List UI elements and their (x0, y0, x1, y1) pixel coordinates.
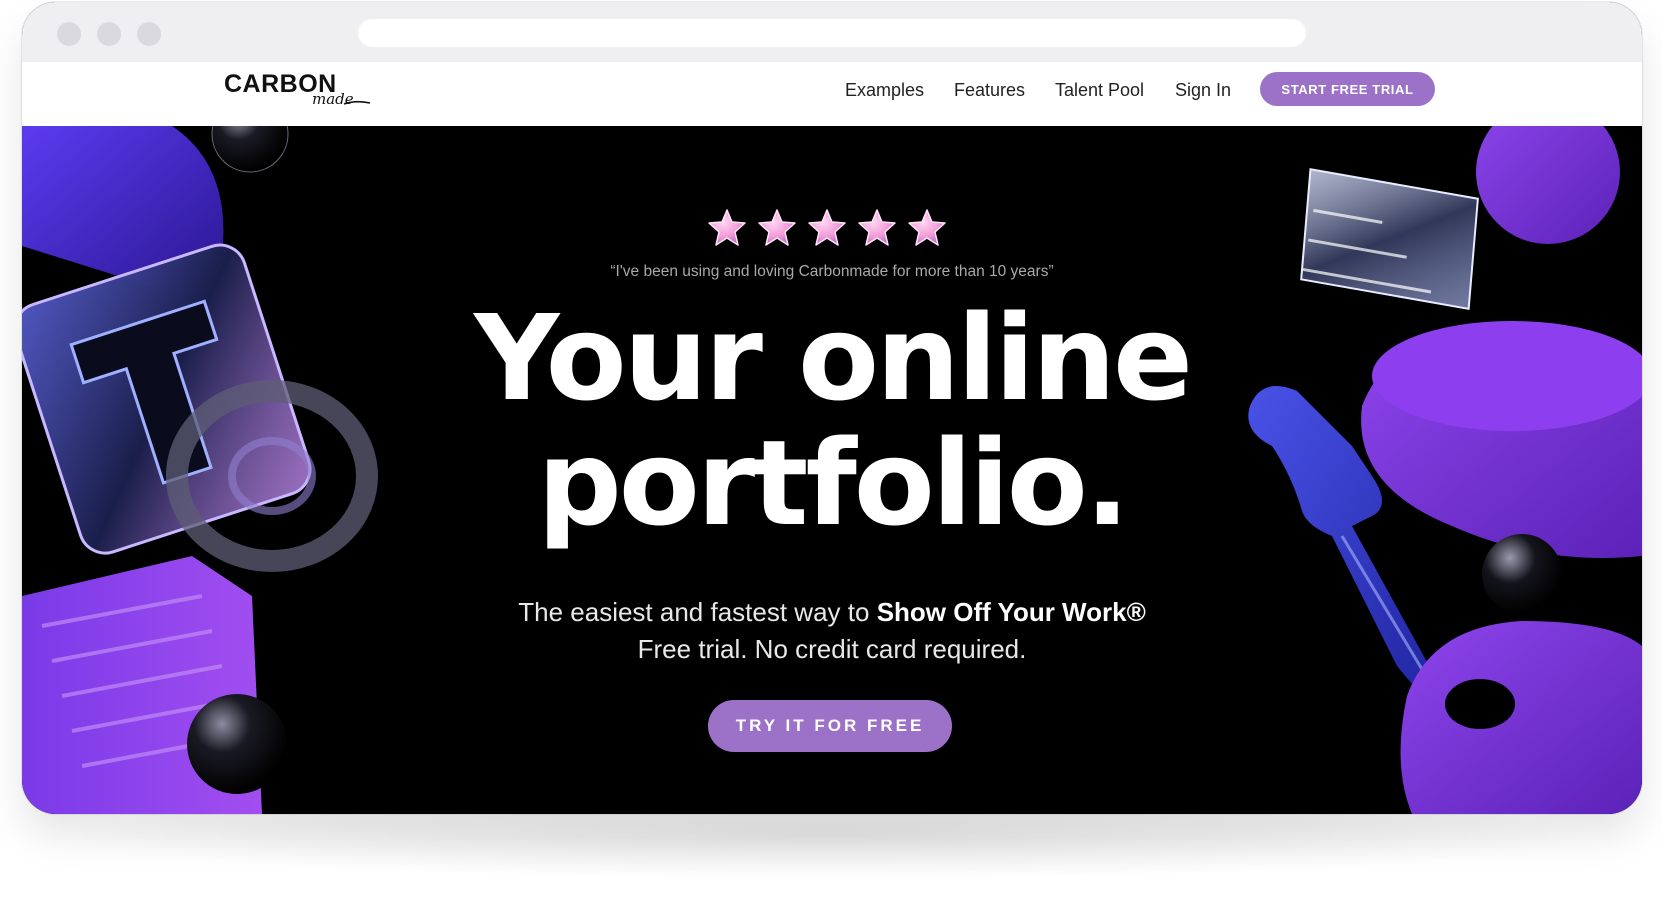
star-icon (858, 209, 896, 246)
hero-headline-line-1: Your online (474, 289, 1193, 427)
window-maximize-dot[interactable] (137, 22, 161, 46)
hero-section: “I've been using and loving Carbonmade f… (22, 126, 1642, 814)
testimonial-quote: “I've been using and loving Carbonmade f… (610, 263, 1054, 280)
star-icon (808, 209, 846, 246)
carbonmade-logo[interactable]: CARBON made (224, 70, 384, 114)
star-icon (708, 209, 746, 246)
try-it-for-free-button[interactable]: TRY IT FOR FREE (708, 700, 952, 752)
browser-window: CARBON made Examples Features Talent Poo… (22, 2, 1642, 814)
hero-subheadline: The easiest and fastest way to Show Off … (22, 594, 1642, 668)
window-minimize-dot[interactable] (97, 22, 121, 46)
tagline-emphasis: Show Off Your Work® (876, 597, 1146, 627)
logo-swash-icon (343, 100, 371, 105)
hero-headline: Your online portfolio. (22, 296, 1642, 546)
tagline-prefix: The easiest and fastest way to (518, 597, 870, 627)
start-free-trial-button[interactable]: START FREE TRIAL (1260, 72, 1435, 106)
free-trial-note: Free trial. No credit card required. (637, 634, 1027, 664)
nav-link-features[interactable]: Features (954, 80, 1025, 101)
site-header: CARBON made Examples Features Talent Poo… (22, 62, 1642, 126)
address-bar[interactable] (358, 19, 1306, 47)
five-star-rating (707, 208, 957, 254)
nav-link-examples[interactable]: Examples (845, 80, 924, 101)
hero-headline-line-2: portfolio. (537, 414, 1129, 552)
browser-chrome (22, 2, 1642, 62)
nav-link-talent-pool[interactable]: Talent Pool (1055, 80, 1144, 101)
nav-link-sign-in[interactable]: Sign In (1175, 80, 1231, 101)
hero-tagline: The easiest and fastest way to Show Off … (22, 594, 1642, 631)
window-close-dot[interactable] (57, 22, 81, 46)
star-icon (908, 209, 946, 246)
star-icon (758, 209, 796, 246)
